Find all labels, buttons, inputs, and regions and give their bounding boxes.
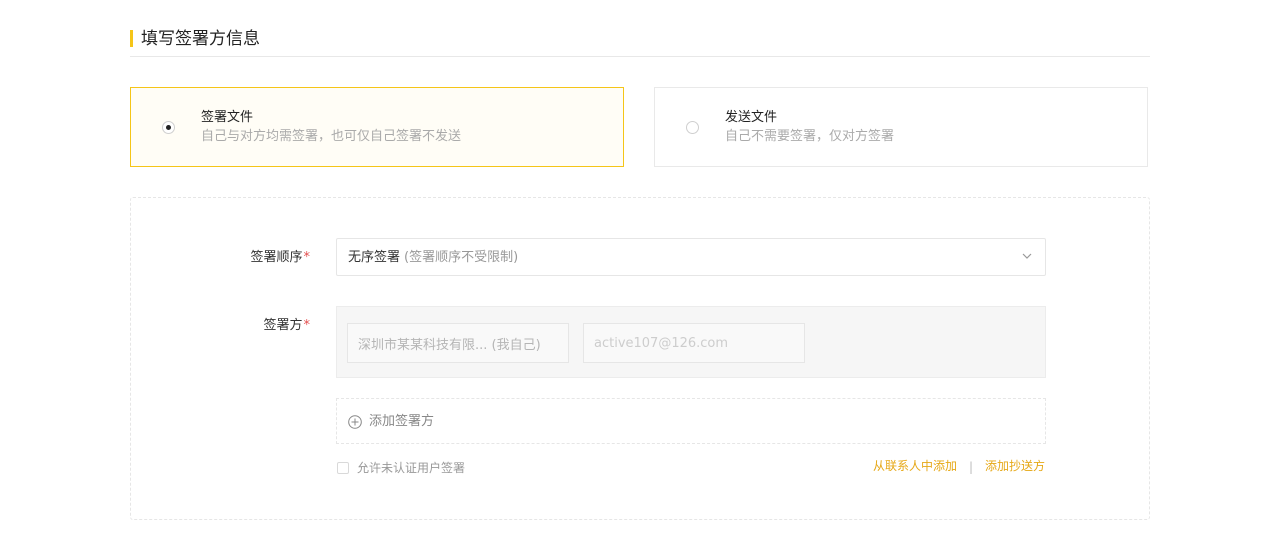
mode-card-sign-title: 签署文件 [201, 110, 254, 125]
mode-card-send-description: 自己不需要签署，仅对方签署 [725, 129, 895, 144]
sign-order-value: 无序签署 [348, 250, 401, 265]
signer-label-text: 签署方 [263, 318, 303, 333]
sign-order-label: 签署顺序* [220, 249, 310, 267]
required-mark: * [303, 318, 311, 333]
add-from-contacts-link[interactable]: 从联系人中添加 [873, 458, 957, 474]
chevron-down-icon [1022, 253, 1032, 259]
link-separator: | [969, 460, 974, 474]
section-header: 填写签署方信息 [130, 27, 1150, 57]
mode-card-sign-description: 自己与对方均需签署，也可仅自己签署不发送 [201, 129, 462, 144]
sign-order-select-value: 无序签署 (签署顺序不受限制) [348, 249, 518, 267]
sign-order-hint: (签署顺序不受限制) [404, 250, 519, 265]
add-signer-button[interactable]: 添加签署方 [336, 398, 1046, 444]
allow-unverified-checkbox[interactable] [337, 462, 349, 474]
allow-unverified-label: 允许未认证用户签署 [357, 461, 466, 475]
mode-card-send[interactable]: 发送文件 自己不需要签署，仅对方签署 [654, 87, 1148, 167]
add-signer-label: 添加签署方 [369, 414, 435, 429]
radio-send[interactable] [686, 121, 699, 134]
signer-email-field[interactable] [583, 323, 805, 363]
required-mark: * [303, 250, 311, 265]
mode-card-send-title: 发送文件 [725, 110, 778, 125]
radio-sign[interactable] [162, 121, 175, 134]
plus-circle-icon [348, 415, 362, 429]
signer-label: 签署方* [220, 317, 310, 335]
signer-company-field[interactable] [347, 323, 569, 363]
signer-row [336, 306, 1046, 378]
sign-order-select[interactable]: 无序签署 (签署顺序不受限制) [336, 238, 1046, 276]
sign-order-label-text: 签署顺序 [250, 250, 303, 265]
page: 填写签署方信息 签署文件 自己与对方均需签署，也可仅自己签署不发送 发送文件 自… [0, 0, 1280, 550]
radio-dot-icon [166, 125, 171, 130]
mode-card-sign[interactable]: 签署文件 自己与对方均需签署，也可仅自己签署不发送 [130, 87, 624, 167]
section-title: 填写签署方信息 [141, 29, 260, 49]
add-cc-link[interactable]: 添加抄送方 [985, 458, 1045, 474]
section-accent-bar [130, 30, 133, 47]
